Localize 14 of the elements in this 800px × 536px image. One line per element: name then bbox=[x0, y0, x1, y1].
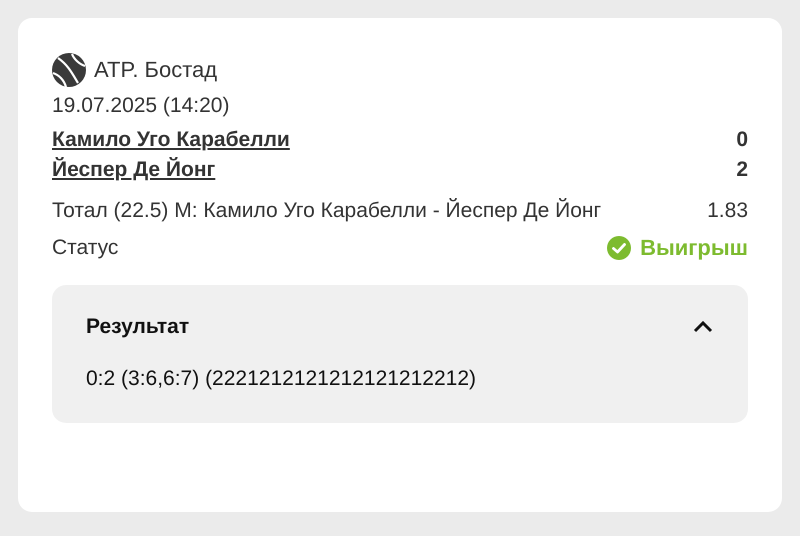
chevron-button[interactable] bbox=[692, 320, 714, 334]
status-value: Выигрыш bbox=[640, 235, 748, 261]
bet-odds: 1.83 bbox=[707, 199, 748, 223]
player-link[interactable]: Камило Уго Карабелли bbox=[52, 125, 290, 155]
player-score: 2 bbox=[736, 157, 748, 183]
player-score: 0 bbox=[736, 127, 748, 153]
match-date: 19.07.2025 (14:20) bbox=[52, 93, 230, 119]
tournament-title: ATP. Бостад bbox=[94, 57, 218, 83]
result-title: Результат bbox=[86, 315, 190, 339]
result-text: 0:2 (3:6,6:7) (2221212121212121212212) bbox=[86, 367, 477, 391]
tennis-ball-icon bbox=[52, 53, 86, 87]
bet-market: Тотал (22.5) М: Камило Уго Карабелли - Йеспер Де Йонг bbox=[52, 197, 602, 224]
status-label: Статус bbox=[52, 236, 118, 260]
player-link[interactable]: Йеспер Де Йонг bbox=[52, 155, 216, 185]
